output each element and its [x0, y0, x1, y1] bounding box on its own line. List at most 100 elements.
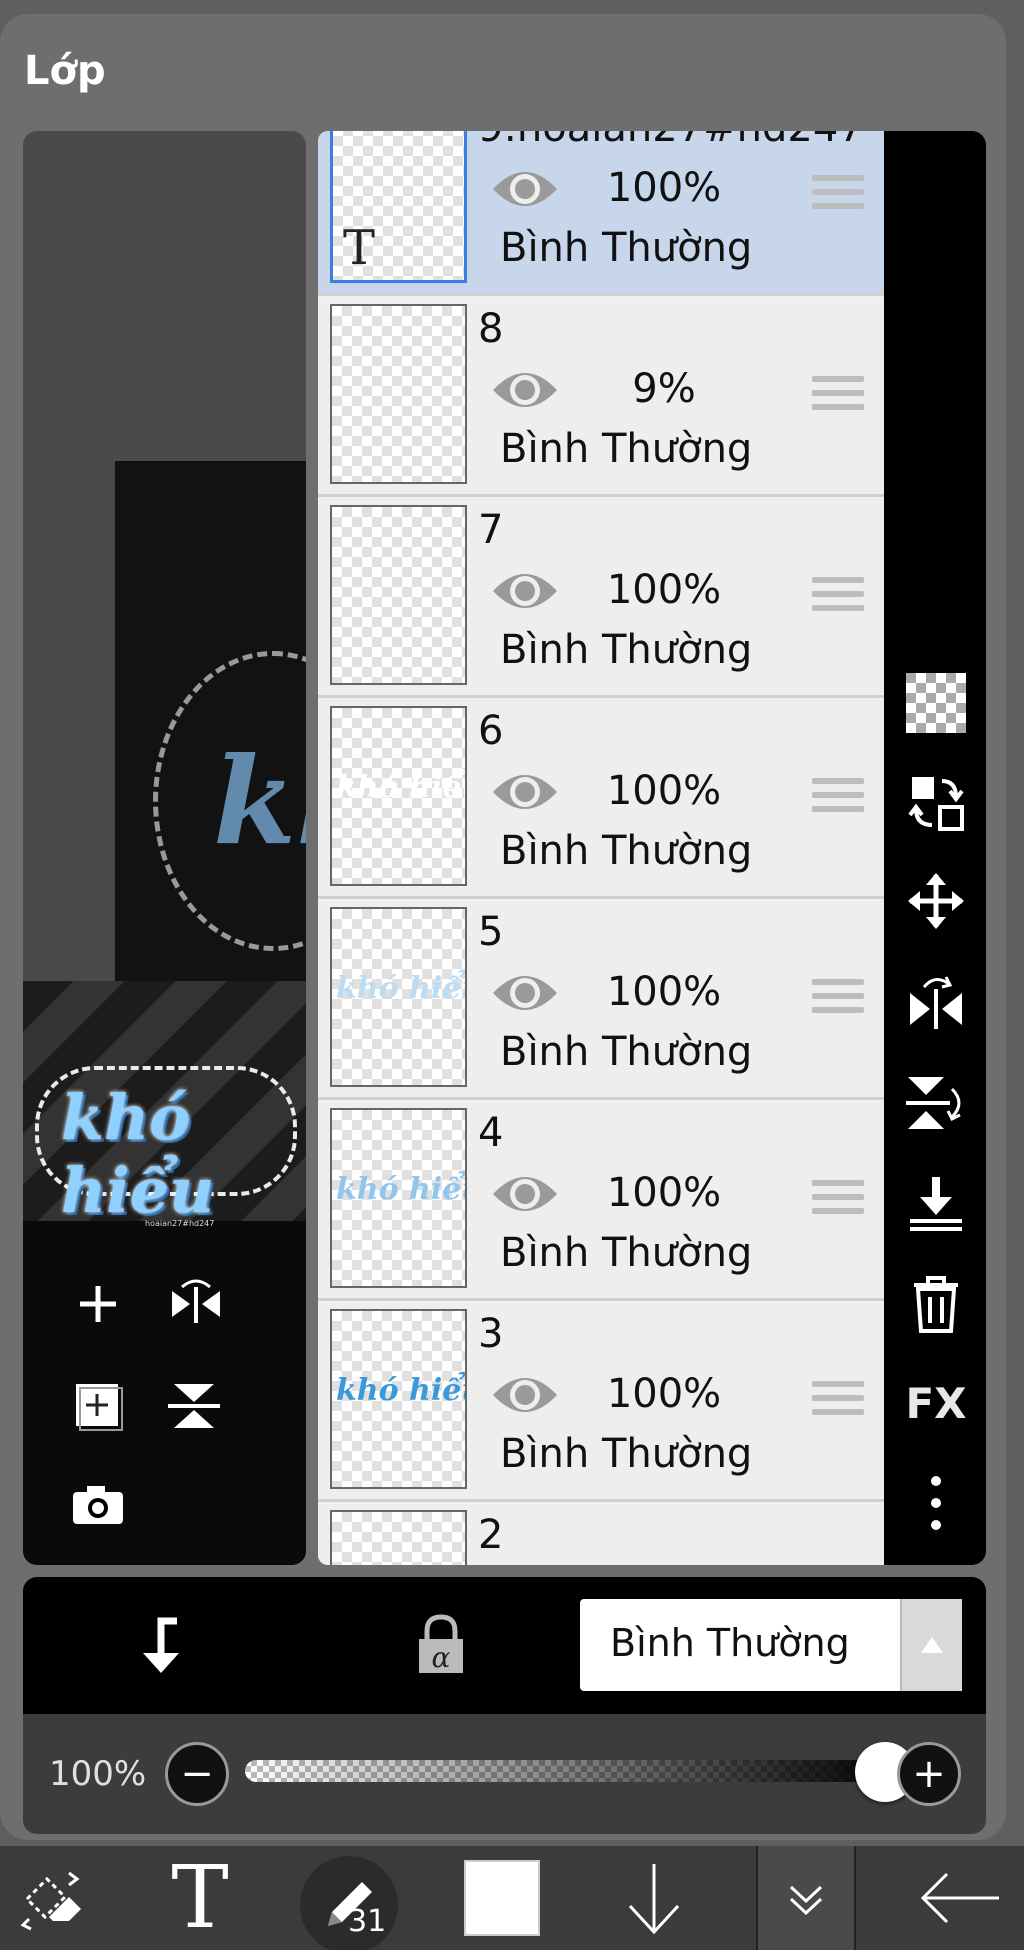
visibility-eye-icon[interactable] — [490, 762, 560, 822]
camera-button[interactable] — [63, 1469, 133, 1539]
layer-name: 8 — [478, 306, 504, 352]
selection-tool-button[interactable] — [14, 1846, 94, 1950]
layer-opacity: 100% — [606, 1170, 722, 1216]
flip-canvas-horizontal-button[interactable] — [161, 1269, 231, 1339]
layer-thumbnail[interactable] — [330, 304, 467, 484]
selection-eraser-icon — [20, 1871, 81, 1931]
flip-vertical-icon — [168, 1384, 220, 1428]
layer-row[interactable]: T 9:hoaian27#hd247 100% Bình Thường — [318, 131, 884, 296]
blend-mode-select[interactable]: Bình Thường — [580, 1599, 962, 1691]
clipping-button[interactable] — [131, 1613, 191, 1681]
layer-row[interactable]: 8 9% Bình Thường — [318, 298, 884, 497]
clipping-arrow-icon — [143, 1617, 179, 1673]
layer-blend-mode: Bình Thường — [500, 1029, 753, 1075]
preview-art-large: kh — [213, 731, 306, 872]
layer-thumbnail[interactable]: T — [330, 131, 467, 283]
layer-thumb-art: khó hiểu — [336, 971, 465, 1006]
opacity-decrease-button[interactable]: − — [165, 1742, 229, 1806]
flip-layer-vertical-button[interactable] — [904, 1071, 968, 1135]
brush-size: 31 — [348, 1904, 387, 1939]
transparent-fill-button[interactable] — [904, 671, 968, 735]
swap-layer-button[interactable] — [904, 771, 968, 835]
flip-horizontal-icon — [910, 976, 962, 1029]
opacity-bar: 100% − + — [23, 1714, 986, 1834]
visibility-eye-icon[interactable] — [490, 963, 560, 1023]
add-layer-copy-button[interactable] — [63, 1371, 133, 1441]
layer-thumbnail[interactable]: khó hiểu — [330, 907, 467, 1087]
visibility-eye-icon[interactable] — [490, 159, 560, 219]
layer-name: 2 — [478, 1512, 504, 1558]
layer-row[interactable]: 7 100% Bình Thường — [318, 499, 884, 698]
layer-row[interactable]: khó hiểu 6 100% Bình Thường — [318, 700, 884, 899]
layer-thumbnail[interactable]: khó hiểu — [330, 1309, 467, 1489]
drag-handle-icon[interactable] — [812, 1180, 864, 1220]
layer-blend-mode: Bình Thường — [500, 1431, 753, 1477]
color-swatch — [464, 1860, 540, 1936]
layer-dialog: Lớp kh khó hiểu hoaian27#hd247 — [0, 14, 1006, 1840]
layer-name: 3 — [478, 1311, 504, 1357]
layer-options-bar: α Bình Thường — [23, 1577, 986, 1714]
layer-name: 5 — [478, 909, 504, 955]
alpha-lock-button[interactable]: α — [413, 1613, 469, 1681]
layer-list[interactable]: T 9:hoaian27#hd247 100% Bình Thường 8 9%… — [318, 131, 884, 1565]
blend-mode-arrow[interactable] — [900, 1599, 962, 1691]
dialog-title: Lớp — [24, 48, 106, 94]
opacity-increase-button[interactable]: + — [897, 1742, 961, 1806]
delete-layer-button[interactable] — [904, 1271, 968, 1335]
collapse-button[interactable] — [756, 1846, 856, 1950]
minus-icon: − — [180, 1751, 214, 1797]
layer-row[interactable]: 2 — [318, 1504, 884, 1565]
preview-art-text: khó hiểu — [61, 1081, 215, 1227]
back-button[interactable] — [910, 1846, 1010, 1950]
more-icon — [931, 1476, 941, 1530]
drag-handle-icon[interactable] — [812, 1381, 864, 1421]
drag-handle-icon[interactable] — [812, 979, 864, 1019]
opacity-slider[interactable] — [245, 1760, 895, 1782]
color-button[interactable] — [462, 1846, 542, 1950]
more-options-button[interactable] — [904, 1471, 968, 1535]
move-icon — [908, 873, 964, 929]
layer-thumbnail[interactable] — [330, 505, 467, 685]
scroll-down-button[interactable] — [614, 1846, 694, 1950]
layer-thumbnail[interactable]: khó hiểu — [330, 1108, 467, 1288]
layer-name: 9:hoaian27#hd247 — [478, 131, 864, 151]
add-layer-button[interactable] — [63, 1269, 133, 1339]
drag-handle-icon[interactable] — [812, 778, 864, 818]
camera-icon — [73, 1486, 123, 1524]
plus-icon — [80, 1286, 116, 1322]
layer-opacity: 100% — [606, 165, 722, 211]
trash-icon — [914, 1276, 958, 1333]
layer-opacity: 100% — [606, 768, 722, 814]
add-box-icon — [76, 1384, 123, 1431]
layer-thumbnail[interactable]: khó hiểu — [330, 706, 467, 886]
flip-vertical-icon — [906, 1077, 961, 1129]
flip-layer-horizontal-button[interactable] — [904, 971, 968, 1035]
layer-blend-mode: Bình Thường — [500, 1230, 753, 1276]
layer-opacity: 100% — [606, 969, 722, 1015]
swap-layers-icon — [908, 777, 964, 831]
flip-canvas-vertical-button[interactable] — [161, 1371, 231, 1441]
text-tool-button[interactable]: T — [160, 1846, 240, 1950]
layer-thumb-art: khó hiểu — [336, 1373, 465, 1408]
visibility-eye-icon[interactable] — [490, 1164, 560, 1224]
drag-handle-icon[interactable] — [812, 376, 864, 416]
layer-row[interactable]: khó hiểu 4 100% Bình Thường — [318, 1102, 884, 1301]
layer-blend-mode: Bình Thường — [500, 627, 753, 673]
move-layer-button[interactable] — [904, 869, 968, 933]
alpha-lock-icon: α — [419, 1614, 463, 1674]
layer-row[interactable]: khó hiểu 5 100% Bình Thường — [318, 901, 884, 1100]
drag-handle-icon[interactable] — [812, 577, 864, 617]
layer-opacity: 100% — [606, 567, 722, 613]
visibility-eye-icon[interactable] — [490, 360, 560, 420]
visibility-eye-icon[interactable] — [490, 1365, 560, 1425]
main-toolbar: T 31 — [0, 1846, 1024, 1950]
layer-thumbnail[interactable] — [330, 1510, 467, 1565]
merge-down-button[interactable] — [904, 1171, 968, 1235]
visibility-eye-icon[interactable] — [490, 561, 560, 621]
checkerboard-icon — [906, 673, 966, 733]
layer-row[interactable]: khó hiểu 3 100% Bình Thường — [318, 1303, 884, 1502]
flip-horizontal-icon — [172, 1279, 220, 1323]
drag-handle-icon[interactable] — [812, 175, 864, 215]
canvas-preview[interactable]: kh khó hiểu hoaian27#hd247 — [23, 131, 306, 1565]
fx-button[interactable]: FX — [904, 1371, 968, 1435]
